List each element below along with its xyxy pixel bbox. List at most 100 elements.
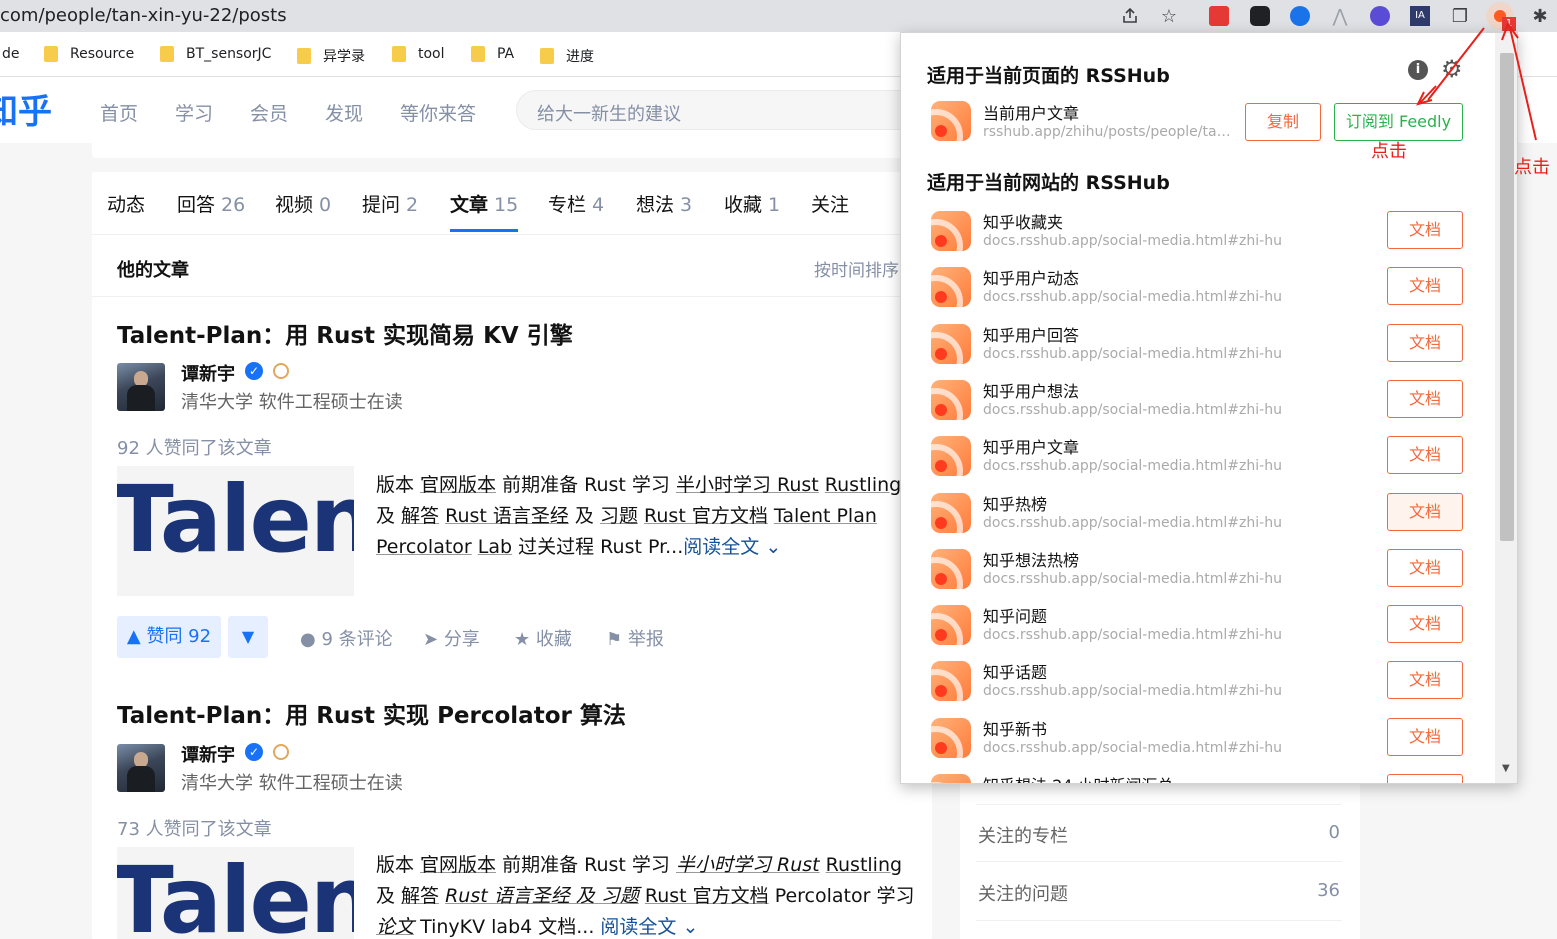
gear-icon[interactable]: ⚙: [1441, 55, 1463, 83]
docs-button[interactable]: 文档: [1387, 436, 1463, 474]
docs-button[interactable]: 文档: [1387, 661, 1463, 699]
following-questions-row[interactable]: 关注的问题 36: [976, 863, 1342, 921]
excerpt-link[interactable]: Rust 官方文档: [644, 505, 768, 527]
report-button[interactable]: ⚑ 举报: [606, 625, 664, 651]
excerpt-link[interactable]: Rust 语言圣经 及 习题: [445, 885, 639, 907]
following-columns-row[interactable]: 关注的专栏 0: [976, 804, 1342, 862]
author-name[interactable]: 谭新宇: [181, 741, 235, 767]
excerpt-link[interactable]: Rust 官方文档: [645, 885, 769, 907]
excerpt-link[interactable]: Talent Plan: [774, 505, 877, 527]
excerpt-link[interactable]: 论文: [376, 916, 414, 938]
article-thumbnail[interactable]: Talent: [117, 466, 354, 596]
tab-activity[interactable]: 动态: [107, 190, 145, 217]
feed-url: docs.rsshub.app/social-media.html#zhi-hu: [983, 740, 1282, 756]
copy-button[interactable]: 复制: [1245, 103, 1321, 141]
extension-blue-icon[interactable]: [1288, 4, 1312, 28]
tab-count: 0: [319, 194, 332, 216]
tab-label: 专栏: [548, 194, 587, 216]
tab-columns[interactable]: 专栏 4: [548, 190, 604, 217]
info-icon[interactable]: i: [1408, 60, 1428, 80]
docs-button[interactable]: 文档: [1387, 718, 1463, 756]
thumbnail-text: Talent: [117, 466, 354, 573]
bookmark-item[interactable]: PA: [471, 46, 514, 62]
downvote-button[interactable]: ▼: [228, 616, 268, 658]
tab-articles[interactable]: 文章 15: [450, 190, 518, 217]
author-headline: 清华大学 软件工程硕士在读: [181, 392, 403, 413]
bookmark-item[interactable]: de: [2, 46, 20, 62]
bookmark-item[interactable]: tool: [392, 46, 445, 62]
excerpt-link[interactable]: Rustling: [826, 854, 902, 876]
docs-button[interactable]: 文档: [1387, 267, 1463, 305]
nav-waiting[interactable]: 等你来答: [400, 99, 476, 126]
excerpt-link[interactable]: Rustling: [825, 474, 901, 496]
tab-videos[interactable]: 视频 0: [275, 190, 331, 217]
comments-button[interactable]: ● 9 条评论: [300, 625, 393, 651]
avatar[interactable]: [117, 363, 165, 411]
bookmark-star-icon[interactable]: ☆: [1157, 4, 1181, 28]
excerpt-link[interactable]: Percolator: [376, 536, 472, 558]
article-title[interactable]: Talent-Plan：用 Rust 实现简易 KV 引擎: [117, 316, 573, 350]
docs-button[interactable]: 文档: [1387, 774, 1463, 783]
favorite-button[interactable]: ★ 收藏: [514, 625, 572, 651]
tab-pins[interactable]: 想法 3: [636, 190, 692, 217]
article-title[interactable]: Talent-Plan：用 Rust 实现 Percolator 算法: [117, 696, 626, 730]
author-name[interactable]: 谭新宇: [181, 360, 235, 386]
nav-discover[interactable]: 发现: [325, 99, 363, 126]
extension-ia-icon[interactable]: IA: [1408, 4, 1432, 28]
excerpt-link[interactable]: 官网版本: [420, 474, 496, 496]
subscribe-feedly-button[interactable]: 订阅到 Feedly: [1334, 103, 1463, 141]
article-excerpt[interactable]: 版本 官网版本 前期准备 Rust 学习 半小时学习 Rust Rustling…: [376, 850, 921, 939]
docs-button[interactable]: 文档: [1387, 549, 1463, 587]
extension-red-icon[interactable]: [1207, 4, 1231, 28]
search-input[interactable]: 给大一新生的建议: [516, 90, 936, 130]
nav-vip[interactable]: 会员: [250, 99, 288, 126]
avatar[interactable]: [117, 744, 165, 792]
excerpt-link[interactable]: Rust 语言圣经: [445, 505, 569, 527]
nav-learn[interactable]: 学习: [175, 99, 213, 126]
upvote-button[interactable]: ▲ 赞同 92: [117, 616, 221, 658]
tab-label: 文章: [450, 194, 489, 216]
read-all-link[interactable]: 阅读全文: [600, 916, 676, 938]
address-bar-url[interactable]: com/people/tan-xin-yu-22/posts: [0, 5, 287, 26]
bookmark-item[interactable]: Resource: [44, 46, 134, 62]
zhihu-logo[interactable]: 知乎: [0, 84, 52, 133]
docs-button[interactable]: 文档: [1387, 605, 1463, 643]
share-icon[interactable]: [1118, 4, 1142, 28]
rss-icon: [931, 324, 971, 364]
badge-icon: [273, 363, 289, 379]
excerpt-link[interactable]: 半小时学习 Rust: [676, 474, 819, 496]
bookmark-item[interactable]: 进度: [540, 46, 594, 66]
excerpt-link[interactable]: 官网版本: [420, 854, 496, 876]
popup-scrollbar[interactable]: ▼: [1495, 33, 1517, 783]
extension-copy-icon[interactable]: ❐: [1448, 4, 1472, 28]
extension-dark-icon[interactable]: [1248, 4, 1272, 28]
tab-count: 3: [680, 194, 693, 216]
excerpt-link[interactable]: 习题: [600, 505, 638, 527]
excerpt-text: 版本: [376, 854, 421, 876]
article-excerpt[interactable]: 版本 官网版本 前期准备 Rust 学习 半小时学习 Rust Rustling…: [376, 470, 921, 566]
tab-collections[interactable]: 收藏 1: [724, 190, 780, 217]
article-thumbnail[interactable]: Talent: [117, 847, 354, 939]
excerpt-link[interactable]: 半小时学习 Rust: [676, 854, 820, 876]
tab-questions[interactable]: 提问 2: [362, 190, 418, 217]
excerpt-link[interactable]: 解答: [401, 885, 439, 907]
extension-purple-icon[interactable]: [1368, 4, 1392, 28]
extensions-puzzle-icon[interactable]: ✱: [1528, 4, 1552, 28]
scroll-down-icon[interactable]: ▼: [1502, 763, 1510, 774]
sort-by-time-button[interactable]: 按时间排序: [814, 256, 899, 281]
docs-button[interactable]: 文档: [1387, 324, 1463, 362]
read-all-link[interactable]: 阅读全文: [683, 536, 759, 558]
excerpt-link[interactable]: 解答: [401, 505, 439, 527]
share-button[interactable]: ➤ 分享: [423, 625, 480, 651]
nav-home[interactable]: 首页: [100, 99, 138, 126]
scrollbar-thumb[interactable]: [1500, 53, 1514, 541]
tab-answers[interactable]: 回答 26: [177, 190, 245, 217]
docs-button[interactable]: 文档: [1387, 211, 1463, 249]
tab-following[interactable]: 关注: [811, 190, 849, 217]
bookmark-item[interactable]: 异学录: [297, 46, 365, 66]
docs-button[interactable]: 文档: [1387, 493, 1463, 531]
docs-button[interactable]: 文档: [1387, 380, 1463, 418]
excerpt-link[interactable]: Lab: [478, 536, 512, 558]
extension-a-icon[interactable]: ⋀: [1328, 4, 1352, 28]
bookmark-item[interactable]: BT_sensorJC: [160, 46, 271, 62]
